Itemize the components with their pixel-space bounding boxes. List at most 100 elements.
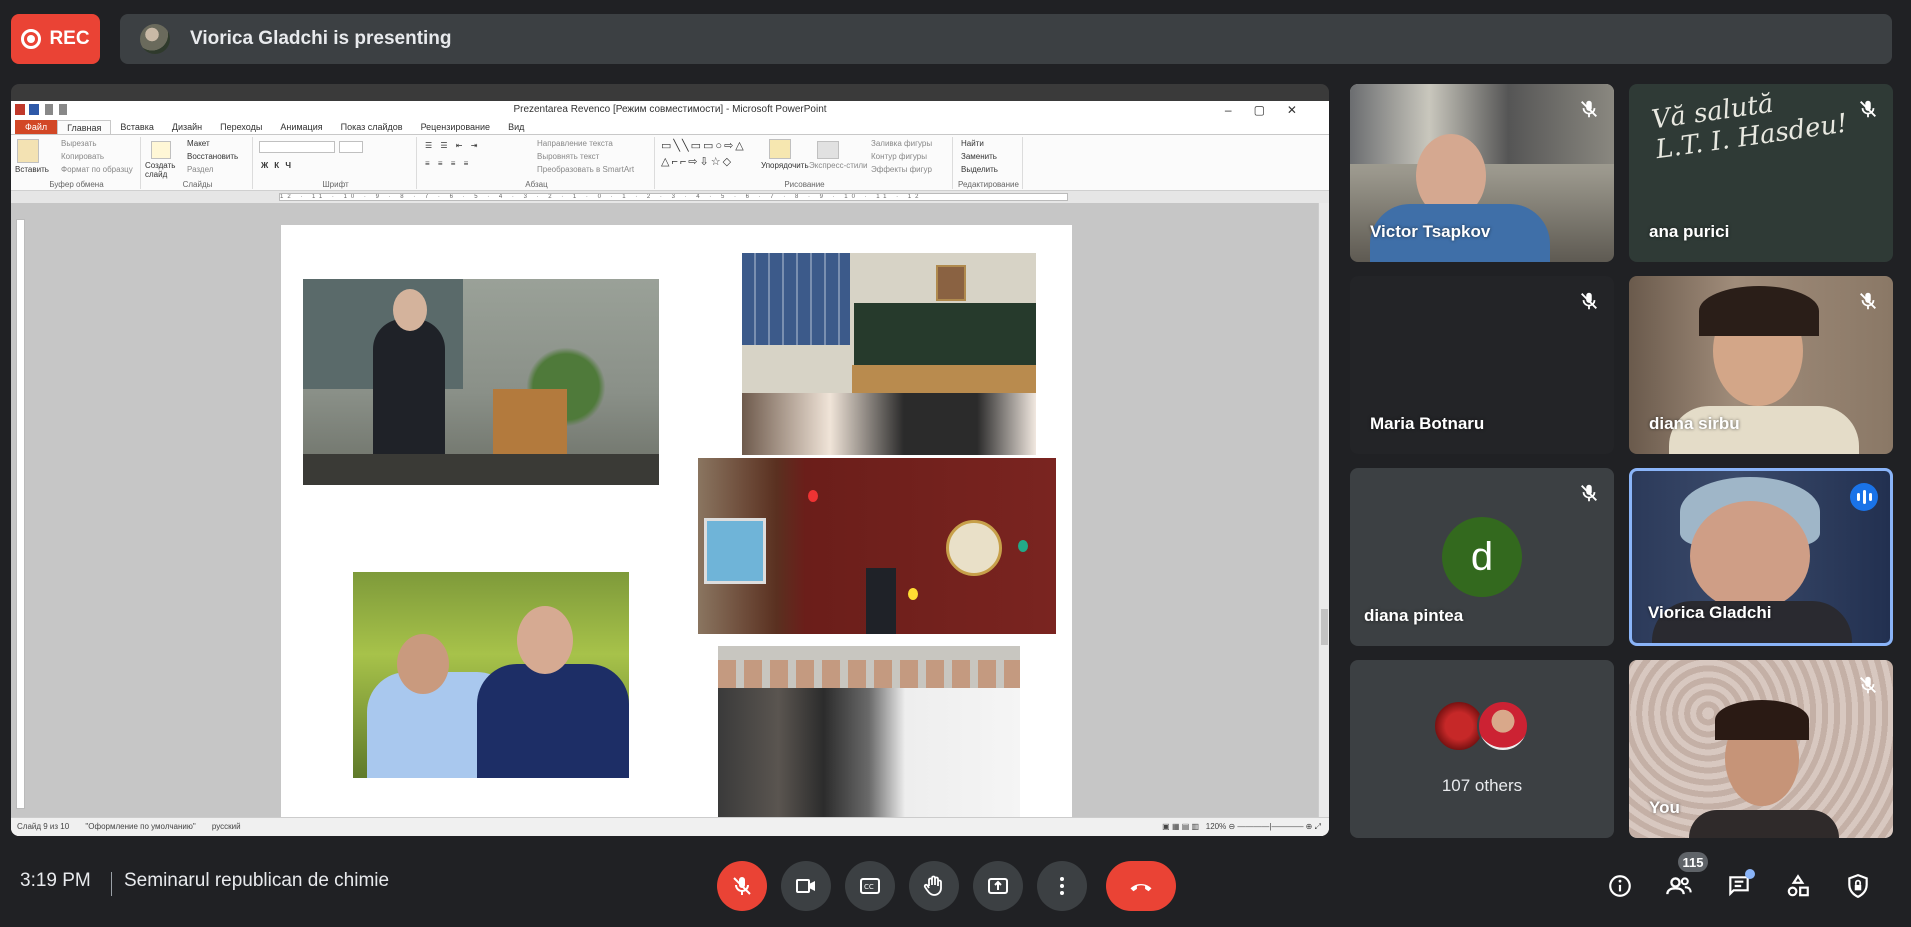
shape-fill-button[interactable]: Заливка фигуры bbox=[871, 139, 932, 148]
tab-view[interactable]: Вид bbox=[499, 120, 533, 134]
text-direction-button[interactable]: Направление текста bbox=[537, 139, 613, 148]
format-painter-button[interactable]: Формат по образцу bbox=[61, 165, 133, 174]
slide[interactable] bbox=[281, 225, 1072, 817]
ppt-statusbar: Слайд 9 из 10 "Оформление по умолчанию" … bbox=[11, 817, 1329, 836]
mic-off-icon bbox=[1857, 98, 1879, 120]
recording-indicator[interactable]: REC bbox=[11, 14, 100, 64]
mic-off-icon bbox=[1857, 290, 1879, 312]
participant-tile[interactable]: d diana pintea bbox=[1350, 468, 1614, 646]
new-slide-button[interactable]: Создать слайд bbox=[145, 161, 181, 179]
shapes-gallery-row2[interactable]: △⌐⌐⇨⇩☆◇ bbox=[661, 155, 733, 168]
presenter-avatar bbox=[140, 24, 170, 54]
microphone-toggle-button[interactable] bbox=[717, 861, 767, 911]
participant-name: You bbox=[1649, 798, 1680, 817]
people-button[interactable] bbox=[1659, 866, 1699, 906]
participant-tile[interactable]: Maria Botnaru bbox=[1350, 276, 1614, 454]
present-screen-button[interactable] bbox=[973, 861, 1023, 911]
font-format-buttons[interactable]: ЖКЧ bbox=[261, 161, 297, 170]
more-vert-icon bbox=[1060, 877, 1064, 895]
shape-effects-button[interactable]: Эффекты фигур bbox=[871, 165, 932, 174]
shapes-gallery[interactable]: ▭╲╲▭▭○⇨△ bbox=[661, 139, 746, 152]
vertical-scrollbar[interactable] bbox=[1318, 203, 1329, 817]
tab-transitions[interactable]: Переходы bbox=[211, 120, 271, 134]
align-buttons[interactable]: ≡ ≡ ≡ ≡ bbox=[425, 159, 471, 168]
layout-button[interactable]: Макет bbox=[187, 139, 210, 148]
divider bbox=[111, 872, 112, 896]
status-language: русский bbox=[211, 822, 241, 831]
align-text-button[interactable]: Выровнять текст bbox=[537, 152, 599, 161]
arrange-button[interactable]: Упорядочить bbox=[761, 161, 809, 170]
clipboard-label: Буфер обмена bbox=[49, 180, 104, 189]
captions-button[interactable]: CC bbox=[845, 861, 895, 911]
font-label: Шрифт bbox=[322, 180, 349, 189]
replace-button[interactable]: Заменить bbox=[961, 152, 997, 161]
chalkboard-writing: Vă salută L.T. I. Hasdeu! bbox=[1649, 88, 1850, 166]
shared-screen[interactable]: Prezentarea Revenco [Режим совместимости… bbox=[11, 84, 1329, 836]
host-controls-button[interactable] bbox=[1838, 866, 1878, 906]
drawing-label: Рисование bbox=[784, 180, 825, 189]
tab-slideshow[interactable]: Показ слайдов bbox=[332, 120, 412, 134]
cut-button[interactable]: Вырезать bbox=[61, 139, 97, 148]
hand-icon bbox=[923, 875, 942, 896]
presenting-banner[interactable]: Viorica Gladchi is presenting bbox=[120, 14, 1892, 64]
group-clipboard: Вставить Вырезать Копировать Формат по о… bbox=[13, 137, 141, 189]
ruler-scale: 12 · 11 · 10 · 9 · 8 · 7 · 6 · 5 · 4 · 3… bbox=[279, 193, 1068, 201]
tab-home[interactable]: Главная bbox=[57, 120, 112, 134]
tab-insert[interactable]: Вставка bbox=[111, 120, 162, 134]
people-icon bbox=[1666, 877, 1692, 895]
tab-review[interactable]: Рецензирование bbox=[412, 120, 500, 134]
powerpoint-window: Prezentarea Revenco [Режим совместимости… bbox=[11, 101, 1329, 836]
participant-tile[interactable]: diana sirbu bbox=[1629, 276, 1893, 454]
reset-button[interactable]: Восстановить bbox=[187, 152, 238, 161]
participant-tile[interactable]: Vă salută L.T. I. Hasdeu! ana purici bbox=[1629, 84, 1893, 262]
mic-off-icon bbox=[733, 877, 751, 895]
paragraph-label: Абзац bbox=[525, 180, 548, 189]
present-icon bbox=[988, 878, 1008, 894]
info-icon bbox=[1609, 875, 1631, 897]
window-controls: –▢✕ bbox=[1224, 103, 1319, 117]
font-name-select[interactable] bbox=[259, 141, 335, 153]
status-theme: "Оформление по умолчанию" bbox=[85, 822, 196, 831]
smartart-button[interactable]: Преобразовать в SmartArt bbox=[537, 165, 634, 174]
camera-toggle-button[interactable] bbox=[781, 861, 831, 911]
tab-design[interactable]: Дизайн bbox=[163, 120, 211, 134]
arrange-icon bbox=[769, 139, 791, 159]
raise-hand-button[interactable] bbox=[909, 861, 959, 911]
ppt-ribbon-tabs: Файл Главная Вставка Дизайн Переходы Ани… bbox=[11, 119, 1329, 135]
slide-photo-classroom bbox=[742, 253, 1036, 455]
others-avatar bbox=[1477, 700, 1529, 752]
record-icon bbox=[21, 29, 42, 49]
mic-off-icon bbox=[1578, 482, 1600, 504]
group-editing: Найти Заменить Выделить Редактирование bbox=[955, 137, 1023, 189]
list-buttons[interactable]: ☰ ☰ ⇤ ⇥ bbox=[425, 141, 480, 150]
slides-label: Слайды bbox=[182, 180, 213, 189]
status-zoom[interactable]: ▣ ▦ ▤ ▥ 120% ⊖ ————|———— ⊕ ⤢ bbox=[1162, 818, 1321, 836]
participant-name: ana purici bbox=[1649, 222, 1730, 241]
meeting-details-button[interactable] bbox=[1600, 866, 1640, 906]
font-size-select[interactable] bbox=[339, 141, 363, 153]
participant-name: Victor Tsapkov bbox=[1370, 222, 1491, 241]
group-slides: Создать слайд Макет Восстановить Раздел … bbox=[143, 137, 253, 189]
shape-outline-button[interactable]: Контур фигуры bbox=[871, 152, 927, 161]
participant-name: Maria Botnaru bbox=[1370, 414, 1485, 433]
others-tile[interactable]: 107 others bbox=[1350, 660, 1614, 838]
leave-call-button[interactable] bbox=[1106, 861, 1176, 911]
quick-styles-icon bbox=[817, 141, 839, 159]
find-button[interactable]: Найти bbox=[961, 139, 984, 148]
copy-button[interactable]: Копировать bbox=[61, 152, 104, 161]
paste-button[interactable]: Вставить bbox=[15, 165, 49, 174]
activities-button[interactable] bbox=[1778, 866, 1818, 906]
participant-tile[interactable]: Victor Tsapkov bbox=[1350, 84, 1614, 262]
section-button[interactable]: Раздел bbox=[187, 165, 213, 174]
ppt-title: Prezentarea Revenco [Режим совместимости… bbox=[513, 104, 827, 115]
quick-styles-button[interactable]: Экспресс-стили bbox=[809, 161, 868, 170]
tab-animation[interactable]: Анимация bbox=[271, 120, 331, 134]
tab-file[interactable]: Файл bbox=[15, 120, 58, 134]
slide-photo-outdoors bbox=[353, 572, 629, 778]
captions-icon: CC bbox=[860, 878, 880, 894]
more-options-button[interactable] bbox=[1037, 861, 1087, 911]
self-view-tile[interactable]: You bbox=[1629, 660, 1893, 838]
participant-tile-active-speaker[interactable]: Viorica Gladchi bbox=[1629, 468, 1893, 646]
select-button[interactable]: Выделить bbox=[961, 165, 998, 174]
slide-photo-lecturer bbox=[303, 279, 659, 485]
